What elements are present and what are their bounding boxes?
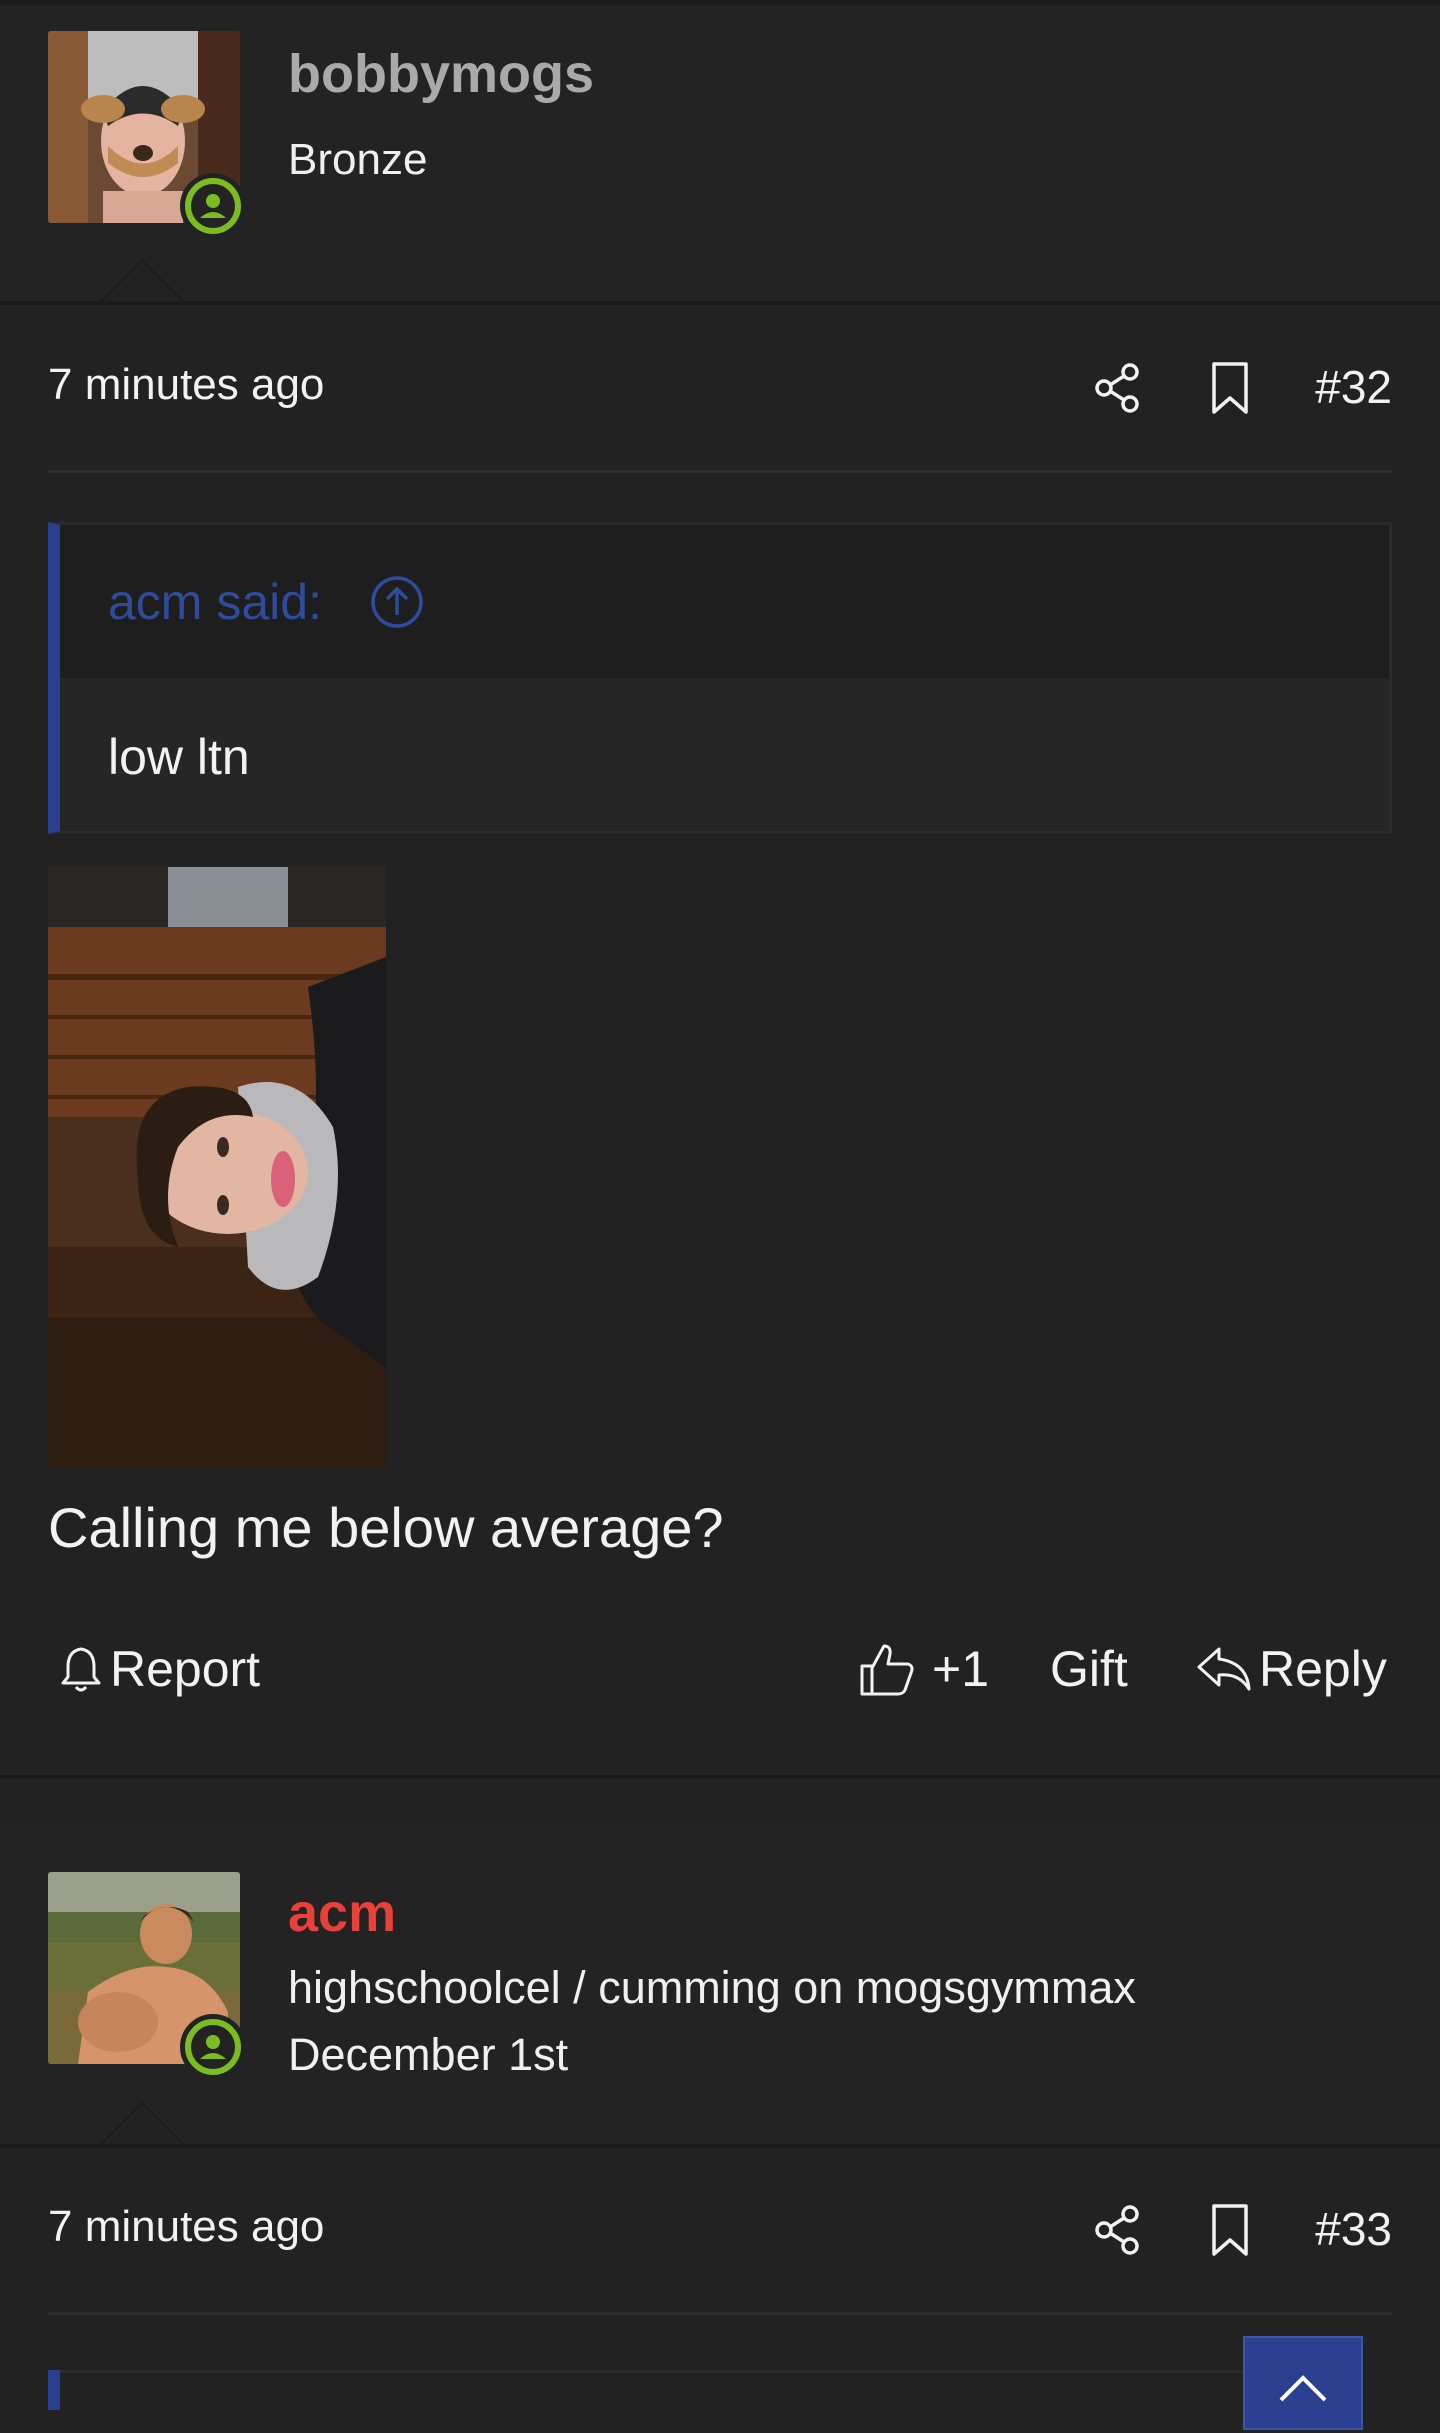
header-notch	[100, 2102, 184, 2144]
quote-text: low ltn	[108, 729, 250, 785]
avatar[interactable]	[48, 1872, 246, 2080]
user-title: highschoolcel / cumming on mogsgymmax	[288, 1962, 1136, 2013]
user-title: Bronze	[288, 135, 428, 184]
quote-author[interactable]: acm said:	[108, 573, 322, 631]
gift-label: Gift	[1050, 1641, 1128, 1697]
quote-block: acm said: low ltn	[48, 522, 1392, 834]
bell-icon	[61, 1647, 101, 1692]
post-meta: 7 minutes ago #32	[48, 348, 1392, 428]
back-to-top-button[interactable]	[1243, 2336, 1363, 2430]
post-number[interactable]: #33	[1315, 2202, 1392, 2256]
post-number[interactable]: #32	[1315, 360, 1392, 414]
reply-button[interactable]: Reply	[1195, 1640, 1387, 1698]
post-divider	[0, 1775, 1440, 1779]
post-user-header: acm highschoolcel / cumming on mogsgymma…	[0, 1822, 1440, 2144]
reaction-count: +1	[932, 1641, 990, 1697]
separator	[48, 2312, 1392, 2315]
user-date: December 1st	[288, 2029, 569, 2080]
bookmark-icon[interactable]	[1200, 2200, 1260, 2260]
reply-label: Reply	[1259, 1641, 1387, 1697]
share-icon[interactable]	[1088, 358, 1148, 418]
post-time[interactable]: 7 minutes ago	[48, 2202, 324, 2252]
quote-block-top	[48, 2370, 1243, 2373]
user-status-icon	[191, 2025, 235, 2069]
like-button[interactable]: +1	[858, 1640, 989, 1698]
post-meta: 7 minutes ago #33	[48, 2190, 1392, 2270]
thumbs-up-icon	[860, 1644, 914, 1696]
username[interactable]: acm	[288, 1882, 396, 1944]
post-body-text: Calling me below average?	[48, 1496, 724, 1559]
post-image[interactable]	[48, 867, 386, 1467]
report-button[interactable]: Report	[58, 1640, 260, 1698]
post-time[interactable]: 7 minutes ago	[48, 360, 324, 410]
post-user-header: bobbymogs Bronze	[0, 5, 1440, 301]
arrow-up-circle-icon[interactable]	[370, 575, 424, 629]
divider	[0, 301, 1440, 305]
report-label: Report	[110, 1641, 261, 1697]
quote-accent	[48, 2370, 60, 2410]
online-status-badge	[180, 2014, 246, 2080]
user-status-icon	[191, 184, 235, 228]
separator	[48, 470, 1392, 473]
divider	[0, 2144, 1440, 2148]
username[interactable]: bobbymogs	[288, 43, 594, 105]
share-icon[interactable]	[1088, 2200, 1148, 2260]
avatar[interactable]	[48, 31, 246, 239]
reply-icon	[1197, 1647, 1251, 1691]
arrow-up-icon	[1279, 2375, 1327, 2402]
header-notch	[100, 259, 184, 301]
online-status-badge	[180, 173, 246, 239]
bookmark-icon[interactable]	[1200, 358, 1260, 418]
gift-button[interactable]: Gift	[1050, 1640, 1128, 1698]
